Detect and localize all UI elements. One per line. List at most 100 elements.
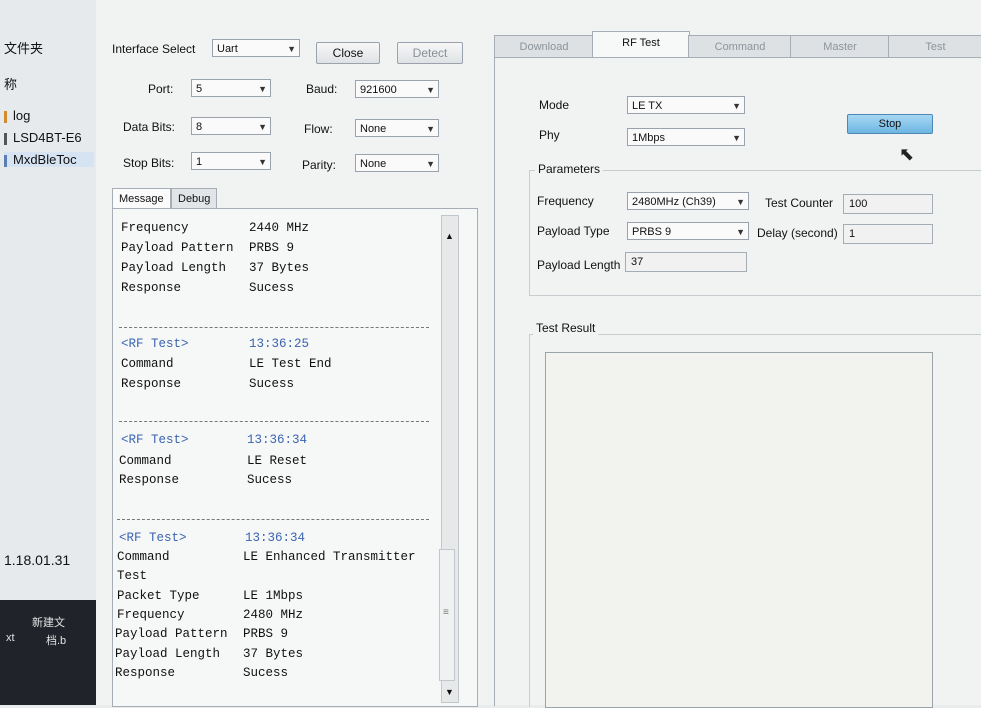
log-key: Frequency	[121, 221, 189, 235]
taskbar-label: xt	[6, 632, 15, 644]
port-label: Port:	[148, 82, 174, 96]
folder-icon	[4, 110, 7, 123]
scroll-down-icon[interactable]: ▼	[445, 687, 454, 697]
log-separator	[117, 519, 429, 520]
test-result-label: Test Result	[533, 321, 599, 335]
payload-length-field[interactable]: 37	[625, 252, 747, 272]
log-key: Packet Type	[117, 589, 200, 603]
log-value: LE Reset	[247, 454, 308, 468]
explorer-item-mxdbletool[interactable]: MxdBleToc	[4, 152, 94, 167]
log-value: 37 Bytes	[249, 261, 310, 275]
tab-download[interactable]: Download	[494, 35, 594, 58]
log-entry-header: <RF Test>	[121, 337, 189, 351]
test-result-box[interactable]	[545, 352, 933, 708]
baud-dropdown[interactable]: 921600 ▼	[355, 80, 439, 98]
log-value: LE Enhanced Transmitter	[243, 550, 416, 564]
file-icon	[4, 132, 7, 145]
chevron-down-icon: ▼	[736, 227, 745, 237]
log-value: Sucess	[249, 377, 295, 391]
chevron-down-icon: ▼	[426, 159, 435, 169]
test-counter-field[interactable]: 100	[843, 194, 933, 214]
log-key: Payload Length	[121, 261, 227, 275]
log-value: LE Test End	[249, 357, 332, 371]
chevron-down-icon: ▼	[258, 157, 267, 167]
log-value: Sucess	[243, 666, 289, 680]
log-entry-header: <RF Test>	[121, 433, 189, 447]
mouse-cursor-icon: ⬉	[899, 144, 915, 164]
frequency-dropdown[interactable]: 2480MHz (Ch39) ▼	[627, 192, 749, 210]
log-value: PRBS 9	[249, 241, 295, 255]
frequency-label: Frequency	[537, 194, 594, 208]
desktop-taskbar-area: 新建文 xt 档.b	[0, 600, 96, 705]
stopbits-label: Stop Bits:	[123, 156, 175, 170]
log-value: 2480 MHz	[243, 608, 304, 622]
tab-message[interactable]: Message	[112, 188, 171, 209]
tab-command[interactable]: Command	[688, 35, 792, 58]
interface-select-label: Interface Select	[112, 42, 196, 56]
parity-label: Parity:	[302, 158, 337, 172]
interface-select-dropdown[interactable]: Uart ▼	[212, 39, 300, 57]
chevron-down-icon: ▼	[732, 101, 741, 111]
log-key: Response	[119, 473, 180, 487]
message-log[interactable]: Frequency 2440 MHz Payload Pattern PRBS …	[112, 208, 478, 707]
log-key: Test	[117, 569, 148, 583]
delay-label: Delay (second)	[757, 226, 838, 240]
delay-field[interactable]: 1	[843, 224, 933, 244]
tab-test[interactable]: Test	[888, 35, 981, 58]
databits-label: Data Bits:	[123, 120, 176, 134]
log-key: Payload Pattern	[121, 241, 234, 255]
log-key: Command	[119, 454, 172, 468]
explorer-item-folder[interactable]: 文件夹	[4, 38, 43, 57]
flow-label: Flow:	[304, 122, 333, 136]
close-button[interactable]: Close	[316, 42, 380, 64]
log-key: Response	[121, 377, 182, 391]
log-key: Response	[121, 281, 182, 295]
mode-label: Mode	[539, 98, 570, 112]
port-dropdown[interactable]: 5 ▼	[191, 79, 271, 97]
log-separator	[119, 327, 429, 328]
log-key: Response	[115, 666, 176, 680]
chevron-down-icon: ▼	[287, 44, 296, 54]
log-value: Sucess	[249, 281, 295, 295]
mode-dropdown[interactable]: LE TX ▼	[627, 96, 745, 114]
log-key: Frequency	[117, 608, 185, 622]
chevron-down-icon: ▼	[426, 124, 435, 134]
tab-rf-test[interactable]: RF Test	[592, 31, 690, 58]
log-separator	[119, 421, 429, 422]
taskbar-label[interactable]: 档.b	[46, 632, 66, 648]
phy-label: Phy	[539, 128, 560, 142]
chevron-down-icon: ▼	[258, 122, 267, 132]
chevron-down-icon: ▼	[736, 197, 745, 207]
tab-debug[interactable]: Debug	[171, 188, 218, 209]
log-entry-time: 13:36:34	[245, 531, 306, 545]
databits-dropdown[interactable]: 8 ▼	[191, 117, 271, 135]
log-value: Sucess	[247, 473, 293, 487]
payload-length-label: Payload Length	[537, 258, 621, 272]
tab-master[interactable]: Master	[790, 35, 890, 58]
log-value: PRBS 9	[243, 627, 289, 641]
stop-button[interactable]: Stop	[847, 114, 933, 134]
log-entry-header: <RF Test>	[119, 531, 187, 545]
parameters-label: Parameters	[535, 162, 604, 176]
detect-button[interactable]: Detect	[397, 42, 463, 64]
file-explorer-strip: 文件夹 称 log LSD4BT-E6 MxdBleToc 1.18.01.31…	[0, 0, 97, 705]
parity-dropdown[interactable]: None ▼	[355, 154, 439, 172]
app-icon	[4, 154, 7, 167]
log-value: LE 1Mbps	[243, 589, 304, 603]
payload-type-dropdown[interactable]: PRBS 9 ▼	[627, 222, 749, 240]
taskbar-label[interactable]: 新建文	[32, 614, 65, 630]
scroll-up-icon[interactable]: ▲	[445, 231, 454, 241]
explorer-item-lsd4bt[interactable]: LSD4BT-E6	[4, 130, 82, 145]
flow-dropdown[interactable]: None ▼	[355, 119, 439, 137]
chevron-down-icon: ▼	[258, 84, 267, 94]
log-value: 2440 MHz	[249, 221, 310, 235]
stopbits-dropdown[interactable]: 1 ▼	[191, 152, 271, 170]
explorer-item-log[interactable]: log	[4, 108, 30, 123]
chevron-down-icon: ▼	[732, 133, 741, 143]
explorer-column-name: 称	[4, 77, 18, 92]
phy-dropdown[interactable]: 1Mbps ▼	[627, 128, 745, 146]
log-key: Payload Length	[115, 647, 221, 661]
chevron-down-icon: ▼	[426, 85, 435, 95]
log-key: Command	[121, 357, 174, 371]
log-entry-time: 13:36:34	[247, 433, 308, 447]
